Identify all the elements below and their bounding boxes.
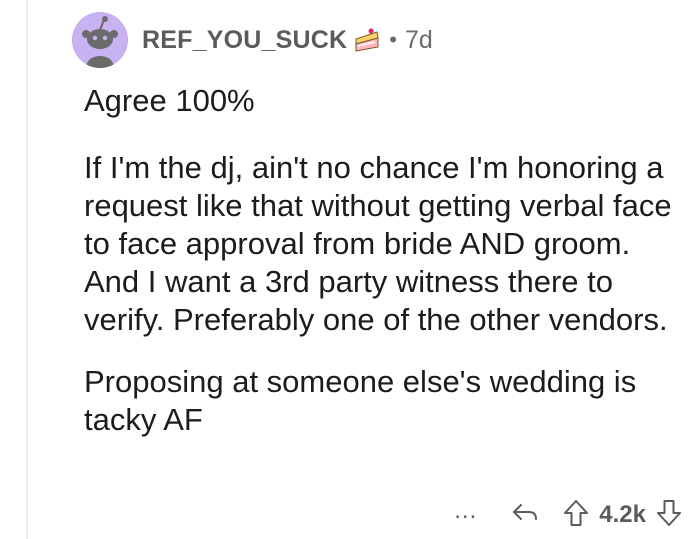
avatar[interactable] (72, 12, 128, 68)
cake-slice-icon (353, 26, 381, 54)
comment-age: 7d (404, 25, 433, 54)
downvote-arrow-icon[interactable] (656, 499, 682, 532)
comment-paragraph: Proposing at someone else's wedding is t… (84, 364, 637, 437)
upvote-arrow-icon[interactable] (563, 499, 589, 532)
comment-header: REF_YOU_SUCK • 7d (72, 12, 433, 68)
username[interactable]: REF_YOU_SUCK (142, 26, 347, 55)
comment-paragraph: Agree 100% (84, 83, 255, 118)
comment-body: Agree 100% If I'm the dj, ain't no chanc… (84, 82, 684, 439)
vote-score: 4.2k (599, 501, 646, 528)
more-options-button[interactable]: ... (454, 499, 477, 523)
separator-dot: • (389, 27, 397, 52)
comment-actions: ... 4.2k (454, 497, 682, 533)
comment-paragraph: If I'm the dj, ain't no chance I'm honor… (84, 150, 672, 337)
thread-line[interactable] (26, 0, 28, 539)
reply-arrow-icon[interactable] (511, 501, 539, 530)
snoo-avatar-icon (72, 12, 128, 68)
